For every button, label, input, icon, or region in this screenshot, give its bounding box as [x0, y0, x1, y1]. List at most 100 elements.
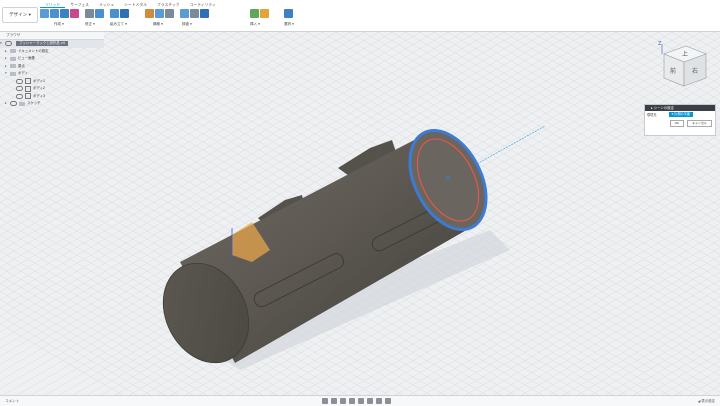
browser-item-label: ボディ2 — [33, 86, 46, 90]
create-group-label: 作成 ▾ — [54, 22, 64, 26]
tab-surface[interactable]: サーフェス — [65, 1, 94, 8]
browser-item-label: ボディ3 — [33, 93, 46, 98]
view-cube-front-label: 前 — [670, 67, 676, 75]
inspect-group-label: 検査 ▾ — [182, 22, 192, 26]
browser-title: ブラウザ — [0, 32, 104, 40]
cancel-button[interactable]: キャンセル — [686, 120, 712, 127]
folder-icon — [10, 71, 16, 76]
plane-option-button[interactable]: ▾ 片側の平面 — [668, 112, 694, 117]
browser-root-item[interactable]: ▾ ブッシャーラックと試作品 v4 — [0, 40, 104, 48]
browser-item[interactable]: ボディ1 — [0, 78, 104, 86]
sketch-icon[interactable] — [50, 9, 59, 18]
insert-group[interactable]: 挿入 ▾ — [250, 9, 269, 30]
extrude-icon[interactable] — [60, 9, 69, 18]
body-icon — [25, 78, 31, 85]
grid-line — [713, 0, 720, 4]
comments-label[interactable]: コメント — [5, 397, 19, 405]
axis-icon[interactable] — [155, 9, 164, 18]
browser-panel: ブラウザ ▾ ブッシャーラックと試作品 v4 ▸ ドキュメントの設定 ▸ ビュー… — [0, 32, 104, 112]
construct-group[interactable]: 構築 ▾ — [145, 9, 174, 30]
point-icon[interactable] — [165, 9, 174, 18]
visibility-eye-icon[interactable] — [16, 93, 23, 99]
visibility-eye-icon[interactable] — [10, 101, 17, 107]
body-icon — [25, 85, 31, 92]
display-settings-icon[interactable] — [367, 397, 373, 404]
view-cube-right-label: 右 — [692, 67, 698, 75]
insert-image-icon[interactable] — [250, 9, 259, 18]
dialog-row-label: 環境光 — [647, 113, 657, 117]
zoom-icon[interactable] — [349, 397, 355, 404]
visibility-eye-icon[interactable] — [5, 41, 12, 47]
browser-item[interactable]: ボディ2 — [0, 85, 104, 93]
grid-icon[interactable] — [376, 397, 382, 404]
move-icon[interactable] — [200, 9, 209, 18]
browser-item-label: ビュー画像 — [18, 56, 35, 60]
tab-mesh[interactable]: メッシュ — [94, 1, 119, 8]
dialog-row: 環境光 ▾ 片側の平面 — [645, 111, 715, 118]
measure-icon[interactable] — [180, 9, 189, 18]
body-icon — [25, 93, 31, 100]
assemble-group[interactable]: 組み立て ▾ — [110, 9, 129, 30]
select-group-label: 選択 ▾ — [284, 22, 294, 26]
browser-item[interactable]: ▸ スケッチ — [0, 100, 104, 108]
fit-icon[interactable] — [358, 397, 364, 404]
construct-group-label: 構築 ▾ — [153, 22, 163, 26]
browser-item-label: ボディ — [18, 71, 28, 75]
select-group[interactable]: 選択 ▾ — [284, 9, 294, 30]
browser-item[interactable]: ボディ3 — [0, 93, 104, 101]
visibility-eye-icon[interactable] — [16, 86, 23, 92]
view-cube-z-label: Z — [658, 41, 662, 47]
browser-item-label: 原点 — [18, 63, 25, 68]
folder-icon — [10, 56, 16, 61]
fillet-icon[interactable] — [95, 9, 104, 18]
insert-mesh-icon[interactable] — [260, 9, 269, 18]
ok-button[interactable]: OK — [669, 120, 684, 127]
orbit-icon[interactable] — [322, 397, 328, 404]
browser-item-label: ドキュメントの設定 — [18, 48, 49, 53]
new-component-icon[interactable] — [40, 9, 49, 18]
navigation-toolbar — [322, 397, 391, 404]
browser-item[interactable]: ▸ ビュー画像 — [0, 55, 104, 63]
as-built-joint-icon[interactable] — [120, 9, 129, 18]
browser-item[interactable]: ▾ ボディ — [0, 70, 104, 78]
modify-group[interactable]: 修正 ▾ — [85, 9, 104, 30]
select-icon[interactable] — [284, 9, 293, 18]
create-group[interactable]: 作成 ▾ — [40, 9, 79, 30]
top-toolbar: デザイン ▾ ソリッド サーフェス メッシュ シートメタル プラスチック ユーテ… — [0, 0, 720, 32]
scene-settings-dialog: ▸ シーンの設定 環境光 ▾ 片側の平面 OK キャンセル — [644, 104, 716, 136]
offset-plane-icon[interactable] — [145, 9, 154, 18]
tab-utility[interactable]: ユーティリティ — [185, 1, 221, 8]
pan-icon[interactable] — [340, 397, 346, 404]
root-component-label: ブッシャーラックと試作品 v4 — [16, 41, 68, 47]
look-at-icon[interactable] — [331, 397, 337, 404]
browser-item[interactable]: ▸ 原点 — [0, 63, 104, 71]
press-pull-icon[interactable] — [85, 9, 94, 18]
dialog-footer: OK キャンセル — [645, 118, 715, 129]
display-settings-label[interactable]: ◢ 表示設定 — [698, 397, 715, 405]
viewports-icon[interactable] — [385, 397, 391, 404]
workspace-switcher-button[interactable]: デザイン ▾ — [2, 7, 38, 23]
tab-sheet-metal[interactable]: シートメタル — [119, 1, 152, 8]
visibility-eye-icon[interactable] — [16, 78, 23, 84]
bottom-bar: コメント ◢ 表示設定 — [0, 395, 720, 406]
toolbar-tabs: ソリッド サーフェス メッシュ シートメタル プラスチック ユーティリティ — [40, 1, 221, 8]
inspect-group[interactable]: 検査 ▾ — [180, 9, 209, 30]
interference-icon[interactable] — [190, 9, 199, 18]
insert-group-label: 挿入 ▾ — [250, 22, 260, 26]
create-form-icon[interactable] — [70, 9, 79, 18]
joint-icon[interactable] — [110, 9, 119, 18]
browser-item-label: スケッチ — [27, 101, 41, 105]
view-cube-top-label: 上 — [682, 50, 688, 58]
assemble-group-label: 組み立て ▾ — [110, 22, 127, 26]
tab-solid[interactable]: ソリッド — [40, 1, 66, 8]
gear-icon — [10, 49, 16, 54]
modify-group-label: 修正 ▾ — [85, 22, 95, 26]
browser-item[interactable]: ▸ ドキュメントの設定 — [0, 48, 104, 56]
grid-line — [713, 401, 720, 405]
view-cube[interactable]: 上 前 右 Z — [650, 40, 712, 96]
folder-icon — [10, 64, 16, 69]
viewport[interactable] — [0, 0, 720, 405]
folder-icon — [19, 101, 25, 106]
tab-plastic[interactable]: プラスチック — [152, 1, 185, 8]
browser-item-label: ボディ1 — [33, 78, 46, 83]
